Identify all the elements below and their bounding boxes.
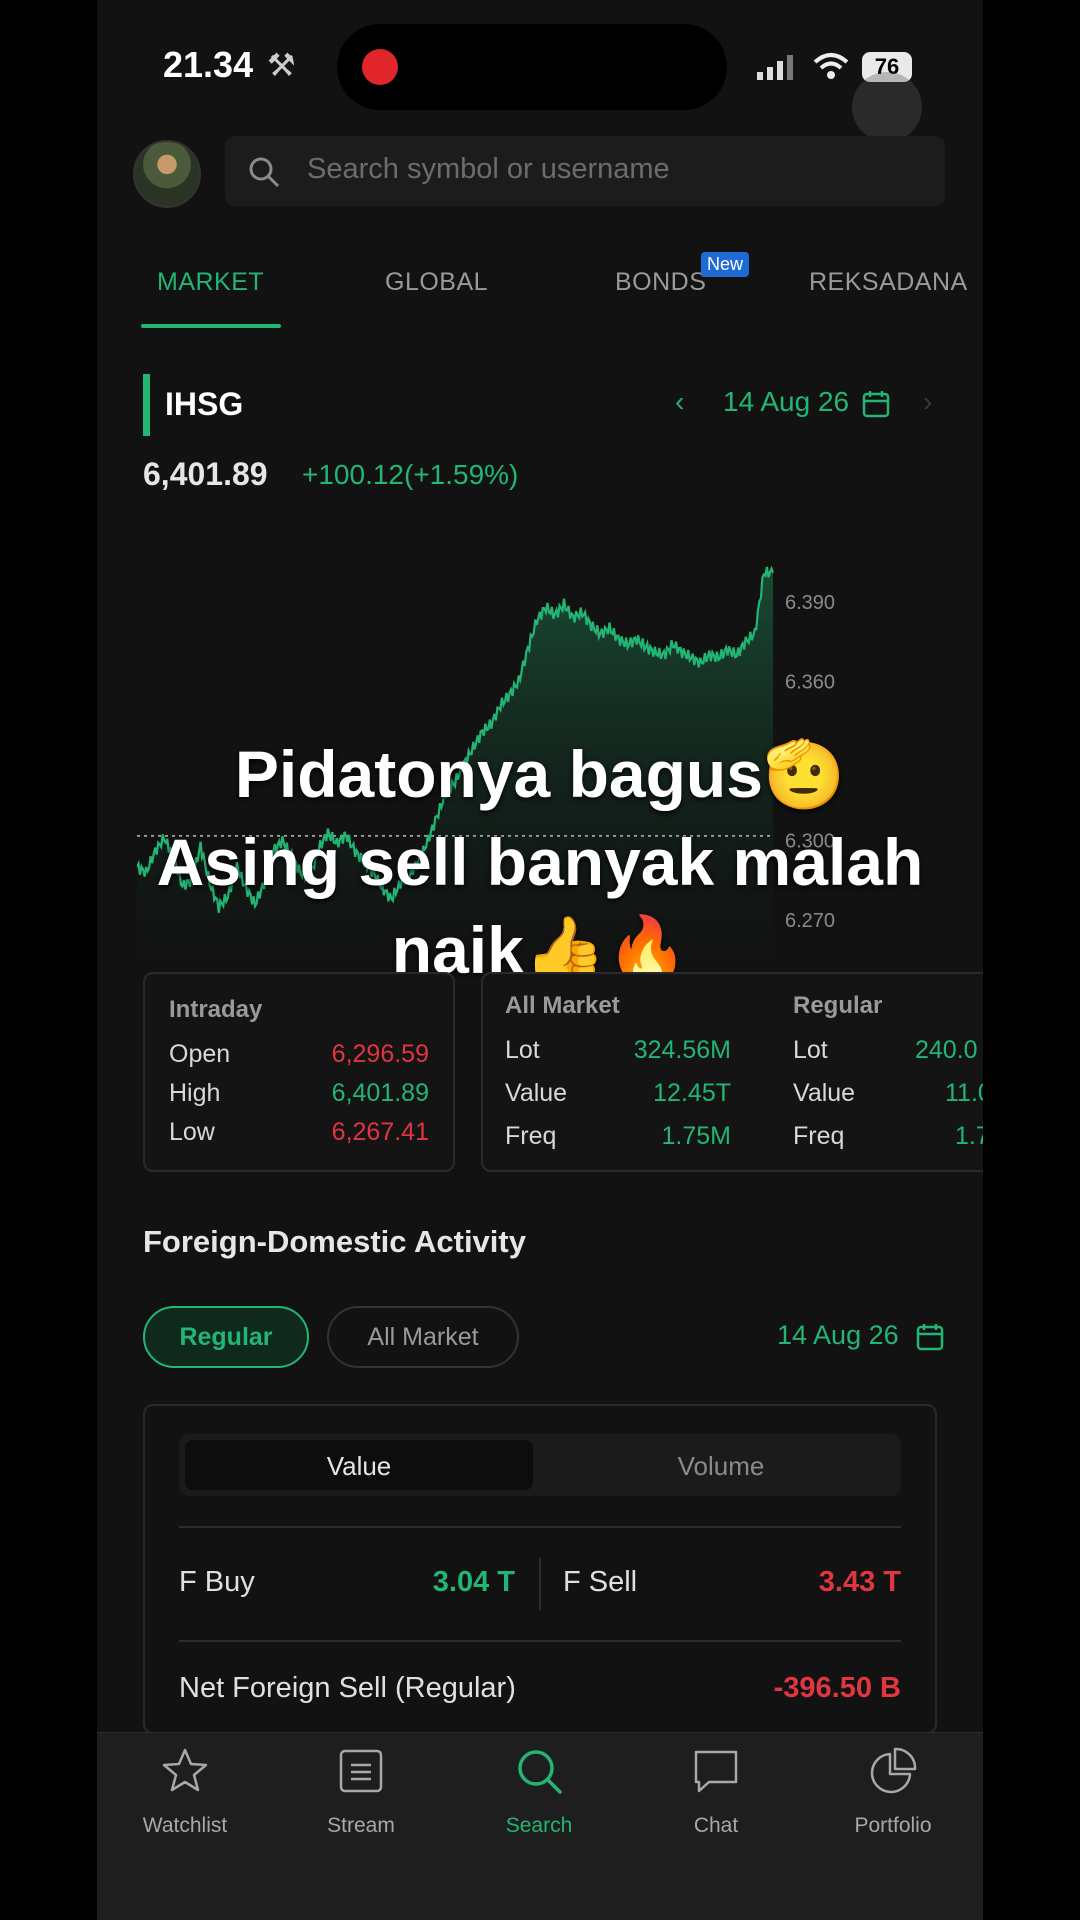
index-price: 6,401.89 xyxy=(143,456,268,492)
all-market-lot-label: Lot xyxy=(505,1036,540,1064)
nav-chat-label: Chat xyxy=(693,1814,739,1837)
chat-icon xyxy=(694,1750,738,1793)
fd-date[interactable]: 14 Aug 26 xyxy=(777,1320,899,1351)
nav-stream[interactable]: Stream xyxy=(281,1746,441,1838)
nav-search[interactable]: Search xyxy=(459,1746,619,1838)
f-buy-value: 3.04 T xyxy=(432,1566,515,1598)
active-tab-indicator xyxy=(141,324,281,328)
index-name: IHSG xyxy=(165,386,244,422)
status-time: 21.34 xyxy=(163,44,254,85)
intraday-card: Intraday Open 6,296.59 High 6,401.89 Low… xyxy=(143,972,455,1172)
chevron-left-icon[interactable]: ‹ xyxy=(675,386,684,418)
search-icon xyxy=(249,157,280,188)
nav-watchlist-label: Watchlist xyxy=(142,1814,228,1837)
chevron-right-icon[interactable]: › xyxy=(923,386,932,418)
nav-chat[interactable]: Chat xyxy=(636,1746,796,1838)
signal-icon xyxy=(757,55,793,80)
star-icon xyxy=(162,1748,208,1792)
regular-title: Regular xyxy=(793,992,883,1019)
nav-portfolio[interactable]: Portfolio xyxy=(813,1746,973,1838)
regular-freq-label: Freq xyxy=(793,1122,845,1150)
high-value: 6,401.89 xyxy=(331,1079,429,1107)
all-market-freq-label: Freq xyxy=(505,1122,557,1150)
video-caption: Pidatonya bagus🫡 Asing sell banyak malah… xyxy=(97,730,983,994)
regular-value-value: 11.0 xyxy=(945,1079,983,1107)
app-frame: 21.34 ⚒ 76 Search symbol or username MAR… xyxy=(97,0,983,1920)
all-market-value-label: Value xyxy=(505,1079,568,1107)
divider xyxy=(179,1526,901,1528)
net-foreign-value: -396.50 B xyxy=(773,1672,901,1704)
calendar-icon[interactable] xyxy=(915,1322,945,1352)
high-label: High xyxy=(169,1079,221,1107)
pill-regular[interactable]: Regular xyxy=(143,1306,309,1368)
f-buy-label: F Buy xyxy=(179,1566,255,1598)
regular-lot-label: Lot xyxy=(793,1036,828,1064)
caption-line-1: Pidatonya bagus🫡 xyxy=(234,737,846,811)
tab-reksadana[interactable]: REKSADANA xyxy=(809,268,968,297)
f-sell-value: 3.43 T xyxy=(818,1566,901,1598)
wifi-icon xyxy=(813,53,849,79)
intraday-title: Intraday xyxy=(169,996,263,1023)
net-foreign-label: Net Foreign Sell (Regular) xyxy=(179,1672,516,1704)
segment-value[interactable]: Value xyxy=(179,1451,539,1482)
assistive-touch-button[interactable] xyxy=(852,72,922,142)
market-stats-card[interactable]: All Market Lot 324.56M Value 12.45T Freq… xyxy=(481,972,983,1172)
index-date[interactable]: 14 Aug 26 xyxy=(723,386,849,418)
low-label: Low xyxy=(169,1118,215,1146)
vertical-divider xyxy=(539,1558,541,1610)
nav-stream-label: Stream xyxy=(327,1814,395,1837)
index-change: +100.12(+1.59%) xyxy=(302,459,519,490)
recording-indicator-icon xyxy=(362,49,398,85)
all-market-freq-value: 1.75M xyxy=(661,1122,731,1150)
segment-volume[interactable]: Volume xyxy=(541,1451,901,1482)
index-accent-bar xyxy=(143,374,150,436)
pie-chart-icon xyxy=(870,1747,917,1794)
regular-lot-value: 240.0 xyxy=(915,1036,978,1064)
all-market-lot-value: 324.56M xyxy=(633,1036,731,1064)
regular-value-label: Value xyxy=(793,1079,856,1107)
open-label: Open xyxy=(169,1040,231,1068)
stream-icon xyxy=(339,1749,383,1793)
search-icon xyxy=(518,1750,562,1794)
divider xyxy=(179,1640,901,1642)
all-market-value-value: 12.45T xyxy=(653,1079,731,1107)
avatar[interactable] xyxy=(133,140,201,208)
section-title: Foreign-Domestic Activity xyxy=(143,1224,526,1259)
calendar-icon[interactable] xyxy=(861,389,891,419)
tab-market[interactable]: MARKET xyxy=(157,268,264,297)
nav-portfolio-label: Portfolio xyxy=(854,1814,932,1837)
tab-global[interactable]: GLOBAL xyxy=(385,268,488,297)
f-sell-label: F Sell xyxy=(563,1566,638,1598)
caption-line-2: Asing sell banyak malah xyxy=(156,825,924,899)
y-tick-label: 6.390 xyxy=(785,592,835,614)
nav-search-label: Search xyxy=(505,1814,573,1837)
y-tick-label: 6.360 xyxy=(785,671,835,693)
tools-icon: ⚒ xyxy=(267,47,296,83)
new-badge: New xyxy=(701,252,750,277)
all-market-title: All Market xyxy=(505,992,620,1019)
tab-bonds[interactable]: BONDS xyxy=(615,268,706,297)
low-value: 6,267.41 xyxy=(331,1118,429,1146)
open-value: 6,296.59 xyxy=(331,1040,429,1068)
regular-freq-value: 1.7 xyxy=(955,1122,983,1150)
pill-all-market[interactable]: All Market xyxy=(327,1306,519,1368)
nav-watchlist[interactable]: Watchlist xyxy=(105,1746,265,1838)
search-placeholder: Search symbol or username xyxy=(307,153,670,185)
